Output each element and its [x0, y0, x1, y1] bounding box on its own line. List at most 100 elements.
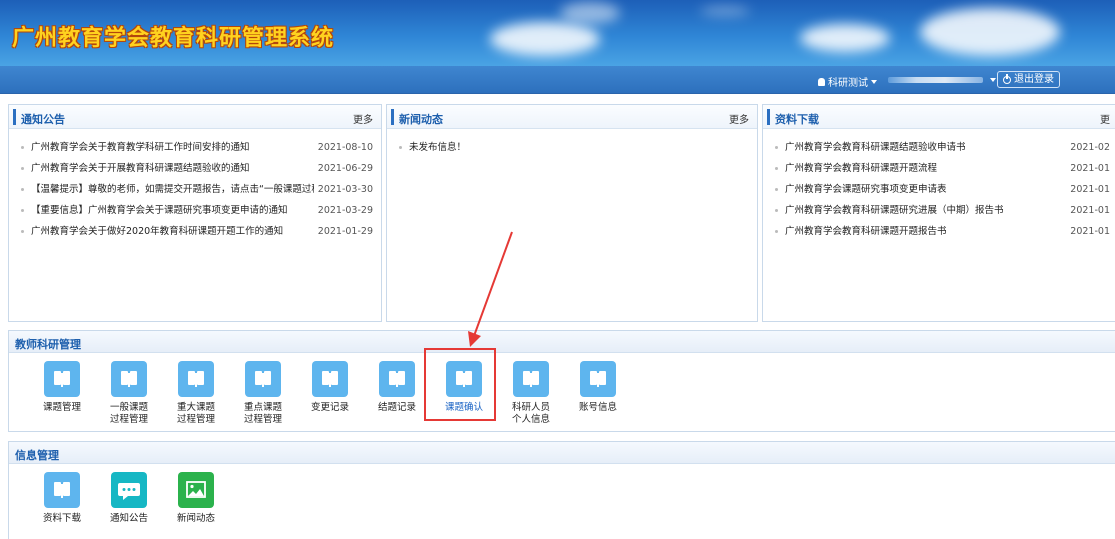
download-item-text: 广州教育学会课题研究事项变更申请表: [785, 184, 947, 195]
info-management-section: 信息管理 资料下载 通知公告 新闻动态: [8, 441, 1115, 539]
tile-label: 重大课题 过程管理: [176, 402, 215, 425]
top-navbar: 科研测试 退出登录: [0, 66, 1115, 94]
tile-news-dynamics[interactable]: 新闻动态: [166, 472, 226, 525]
download-item-text: 广州教育学会教育科研课题开题流程: [785, 163, 938, 174]
chevron-down-icon[interactable]: [990, 78, 996, 82]
download-item-date: 2021-01: [1070, 163, 1110, 174]
notice-item-date: 2021-08-10: [317, 142, 373, 153]
book-icon: [312, 361, 348, 397]
notice-list: 广州教育学会关于教育教学科研工作时间安排的通知 2021-08-10 广州教育学会…: [9, 129, 381, 242]
download-item-date: 2021-01: [1070, 184, 1110, 195]
notice-item-text: 【温馨提示】尊敬的老师，如需提交开题报告，请点击“一般课题过程管: [31, 184, 314, 195]
panel-accent-bar: [13, 109, 16, 125]
info-section-header: 信息管理: [9, 442, 1115, 464]
download-item[interactable]: 广州教育学会教育科研课题开题流程 2021-01: [763, 158, 1115, 179]
tile-label: 资料下载: [42, 513, 81, 524]
download-item-text: 广州教育学会教育科研课题开题报告书: [785, 226, 947, 237]
notice-panel: 通知公告 更多 广州教育学会关于教育教学科研工作时间安排的通知 2021-08-1…: [8, 104, 382, 322]
system-title: 广州教育学会教育科研管理系统: [12, 26, 335, 51]
downloads-more-link[interactable]: 更: [1100, 111, 1110, 126]
download-item-date: 2021-02: [1070, 142, 1110, 153]
book-icon: [580, 361, 616, 397]
book-icon: [44, 361, 80, 397]
notice-item-date: 2021-03-29: [317, 205, 373, 216]
notice-item[interactable]: 广州教育学会关于做好2020年教育科研课题开题工作的通知 2021-01-29: [9, 221, 381, 242]
download-item[interactable]: 广州教育学会教育科研课题研究进展（中期）报告书 2021-01: [763, 200, 1115, 221]
image-icon: [178, 472, 214, 508]
tile-conclusion-records[interactable]: 结题记录: [367, 361, 427, 414]
info-section-title: 信息管理: [15, 449, 59, 462]
downloads-panel-title: 资料下载: [775, 113, 819, 126]
chat-icon: [111, 472, 147, 508]
book-icon: [513, 361, 549, 397]
tile-label: 一般课题 过程管理: [109, 402, 148, 425]
downloads-list: 广州教育学会教育科研课题结题验收申请书 2021-02 广州教育学会教育科研课题开…: [763, 129, 1115, 242]
tile-label: 账号信息: [578, 402, 617, 413]
notice-item-text: 广州教育学会关于教育教学科研工作时间安排的通知: [31, 142, 250, 153]
app-header: 广州教育学会教育科研管理系统: [0, 0, 1115, 66]
tile-change-records[interactable]: 变更记录: [300, 361, 360, 414]
tile-general-topic-process[interactable]: 一般课题 过程管理: [99, 361, 159, 426]
notice-item[interactable]: 【重要信息】广州教育学会关于课题研究事项变更申请的通知 2021-03-29: [9, 200, 381, 221]
notice-item[interactable]: 【温馨提示】尊敬的老师，如需提交开题报告，请点击“一般课题过程管 2021-03-…: [9, 179, 381, 200]
notice-more-link[interactable]: 更多: [353, 111, 373, 126]
download-item[interactable]: 广州教育学会课题研究事项变更申请表 2021-01: [763, 179, 1115, 200]
book-icon: [178, 361, 214, 397]
download-item-text: 广州教育学会教育科研课题结题验收申请书: [785, 142, 966, 153]
download-item[interactable]: 广州教育学会教育科研课题结题验收申请书 2021-02: [763, 137, 1115, 158]
notice-item-date: 2021-06-29: [317, 163, 373, 174]
downloads-panel-header: 资料下载 更: [763, 105, 1115, 129]
tile-label: 新闻动态: [176, 513, 215, 524]
logout-label: 退出登录: [1014, 74, 1054, 85]
power-icon: [1003, 73, 1011, 84]
tile-label: 通知公告: [109, 513, 148, 524]
tile-resource-download[interactable]: 资料下载: [32, 472, 92, 525]
cloud-decoration: [800, 24, 890, 52]
user-icon: [818, 77, 825, 86]
user-menu[interactable]: 科研测试: [818, 74, 877, 89]
book-icon: [379, 361, 415, 397]
news-panel: 新闻动态 更多 未发布信息！: [386, 104, 758, 322]
tile-label: 结题记录: [377, 402, 416, 413]
cloud-decoration: [920, 8, 1060, 56]
user-name: 科研测试: [828, 78, 868, 89]
news-panel-header: 新闻动态 更多: [387, 105, 757, 129]
teacher-section-title: 教师科研管理: [15, 338, 81, 351]
download-item-date: 2021-01: [1070, 226, 1110, 237]
notice-panel-title: 通知公告: [21, 113, 65, 126]
news-more-link[interactable]: 更多: [729, 111, 749, 126]
tile-label: 课题管理: [42, 402, 81, 413]
panel-accent-bar: [767, 109, 770, 125]
tile-topic-management[interactable]: 课题管理: [32, 361, 92, 414]
cloud-decoration: [490, 22, 600, 56]
notice-item-text: 广州教育学会关于开展教育科研课题结题验收的通知: [31, 163, 250, 174]
book-icon: [111, 361, 147, 397]
annotation-highlight-box: [424, 348, 496, 421]
download-item[interactable]: 广州教育学会教育科研课题开题报告书 2021-01: [763, 221, 1115, 242]
book-icon: [44, 472, 80, 508]
tile-label: 变更记录: [310, 402, 349, 413]
notice-item[interactable]: 广州教育学会关于教育教学科研工作时间安排的通知 2021-08-10: [9, 137, 381, 158]
news-item-text: 未发布信息！: [409, 142, 467, 153]
tile-account-info[interactable]: 账号信息: [568, 361, 628, 414]
notice-item[interactable]: 广州教育学会关于开展教育科研课题结题验收的通知 2021-06-29: [9, 158, 381, 179]
tile-notice-announcement[interactable]: 通知公告: [99, 472, 159, 525]
teacher-section-header: 教师科研管理: [9, 331, 1115, 353]
tile-major-topic-process[interactable]: 重大课题 过程管理: [166, 361, 226, 426]
tile-key-topic-process[interactable]: 重点课题 过程管理: [233, 361, 293, 426]
news-panel-title: 新闻动态: [399, 113, 443, 126]
downloads-panel: 资料下载 更 广州教育学会教育科研课题结题验收申请书 2021-02 广州教育学会…: [762, 104, 1115, 322]
notice-panel-header: 通知公告 更多: [9, 105, 381, 129]
cloud-decoration: [700, 6, 750, 16]
cloud-decoration: [560, 2, 620, 24]
blurred-user-info: [888, 77, 983, 83]
news-item: 未发布信息！: [387, 137, 757, 158]
notice-item-text: 【重要信息】广州教育学会关于课题研究事项变更申请的通知: [31, 205, 288, 216]
teacher-research-section: 教师科研管理 课题管理 一般课题 过程管理 重大课题 过程管理 重点课题 过程管理 变…: [8, 330, 1115, 432]
tile-researcher-profile[interactable]: 科研人员 个人信息: [501, 361, 561, 426]
notice-item-date: 2021-01-29: [317, 226, 373, 237]
logout-button[interactable]: 退出登录: [997, 71, 1060, 88]
tile-label: 重点课题 过程管理: [243, 402, 282, 425]
download-item-text: 广州教育学会教育科研课题研究进展（中期）报告书: [785, 205, 1004, 216]
chevron-down-icon: [871, 79, 877, 84]
